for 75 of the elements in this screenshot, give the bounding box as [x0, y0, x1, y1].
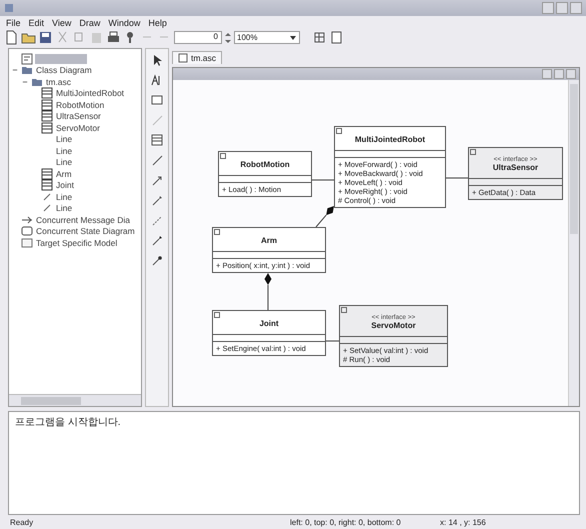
tree-item[interactable]: Line [55, 203, 74, 214]
class-icon [41, 98, 53, 111]
expander-toggle[interactable]: − [21, 78, 29, 86]
class-name: Joint [258, 319, 280, 328]
tree-item[interactable]: Target Specific Model [35, 238, 118, 248]
corner-icon[interactable] [336, 128, 342, 134]
offset-field[interactable]: 0 [174, 31, 222, 44]
tree-item[interactable]: Line [55, 134, 74, 144]
composition-connector [316, 206, 334, 228]
composition-tool-icon[interactable] [150, 233, 164, 247]
new-file-icon[interactable] [4, 30, 19, 45]
association-tool-icon[interactable] [150, 153, 164, 167]
status-text: Ready [10, 518, 34, 526]
tree-item[interactable]: Concurrent State Diagram [35, 226, 136, 236]
corner-icon[interactable] [341, 307, 347, 313]
menu-item[interactable]: View [52, 18, 72, 28]
tree-item[interactable]: Class Diagram [35, 65, 93, 76]
tree-item[interactable]: Line [55, 146, 74, 156]
note-icon[interactable] [150, 93, 164, 107]
model-icon [21, 236, 33, 249]
class-icon [41, 110, 53, 122]
class-name: MultiJointedRobot [354, 135, 426, 144]
message-icon [21, 214, 33, 226]
tree-item[interactable]: UltraSensor [55, 111, 102, 122]
tree-item[interactable]: Joint [55, 180, 75, 190]
status-text: left: 0, top: 0, right: 0, bottom: 0 [290, 518, 402, 526]
menu-item[interactable]: File [6, 18, 21, 28]
class-name: RobotMotion [239, 160, 291, 169]
corner-icon[interactable] [214, 229, 220, 235]
save-icon[interactable] [38, 30, 53, 45]
print-icon[interactable] [106, 30, 121, 45]
document-tab[interactable]: tm.asc [172, 51, 222, 64]
grid-icon[interactable] [312, 30, 327, 45]
expander-toggle[interactable]: − [11, 66, 19, 74]
tree-item[interactable]: ServoMotor [55, 122, 101, 133]
corner-icon[interactable] [220, 153, 226, 159]
tree-item[interactable]: Line [55, 157, 74, 168]
tree-item[interactable]: Concurrent Message Dia [35, 214, 132, 225]
dropdown-arrow-icon[interactable] [289, 34, 297, 42]
corner-icon[interactable] [214, 312, 220, 318]
spin-icon[interactable] [224, 30, 232, 44]
diagram-icon [21, 52, 33, 65]
class-tool-icon[interactable] [150, 133, 164, 147]
horizontal-scrollbar[interactable] [9, 394, 141, 406]
document-icon[interactable] [178, 53, 188, 63]
status-text: x: 14 , y: 156 [440, 518, 486, 526]
zoom-combo[interactable]: 100% [234, 31, 300, 44]
link-icon [41, 190, 53, 203]
menu-item[interactable]: Window [108, 18, 140, 28]
class-name: Arm [260, 236, 278, 245]
menu-item[interactable]: Help [148, 18, 167, 28]
tree-item[interactable]: tm.asc [45, 76, 72, 87]
class-name: UltraSensor [492, 163, 540, 172]
realization-tool-icon[interactable] [150, 253, 164, 267]
aggregation-tool-icon[interactable] [150, 193, 164, 207]
window-icon[interactable] [329, 30, 344, 45]
output-message: 프로그램을 시작합니다. [15, 416, 122, 429]
class-icon [41, 87, 53, 100]
tree-item[interactable]: RobotMotion [55, 100, 106, 110]
state-icon [21, 225, 33, 238]
class-icon [41, 168, 53, 180]
app-icon [4, 3, 14, 13]
association-line [324, 340, 340, 342]
folder-icon [21, 64, 33, 76]
menu-item[interactable]: Draw [79, 18, 100, 28]
vertical-scrollbar[interactable] [568, 80, 579, 406]
composition-connector [264, 273, 272, 310]
class-icon [41, 179, 53, 192]
class-name: ServoMotor [370, 321, 417, 330]
class-icon [41, 122, 53, 134]
tree-item[interactable]: MultiJointedRobot [55, 88, 126, 98]
corner-icon[interactable] [470, 149, 476, 155]
menu-item[interactable]: Edit [28, 18, 44, 28]
tree-item[interactable]: Line [55, 192, 74, 202]
tree-item[interactable]: Arm [55, 168, 73, 179]
